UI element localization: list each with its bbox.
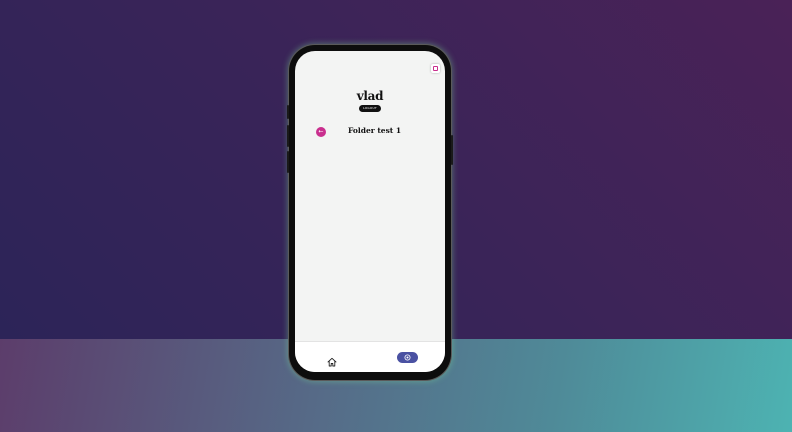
phone-side-button bbox=[451, 135, 453, 165]
logout-button[interactable]: LOGOUT bbox=[359, 105, 381, 112]
profile-username: vlad bbox=[356, 89, 384, 103]
nav-home-button[interactable] bbox=[327, 352, 337, 367]
phone-side-button bbox=[287, 125, 289, 147]
square-app-icon[interactable] bbox=[431, 64, 440, 73]
bottom-navigation bbox=[295, 341, 445, 372]
arrow-left-icon: ← bbox=[318, 128, 324, 135]
folder-title: Folder test 1 bbox=[348, 126, 402, 135]
back-button[interactable]: ← bbox=[316, 127, 326, 137]
home-icon bbox=[327, 357, 337, 367]
target-icon bbox=[404, 354, 411, 361]
app-screen: vlad LOGOUT ← Folder test 1 bbox=[295, 51, 445, 372]
phone-side-button bbox=[287, 105, 289, 119]
nav-target-button[interactable] bbox=[397, 352, 418, 363]
phone-side-button bbox=[287, 151, 289, 173]
